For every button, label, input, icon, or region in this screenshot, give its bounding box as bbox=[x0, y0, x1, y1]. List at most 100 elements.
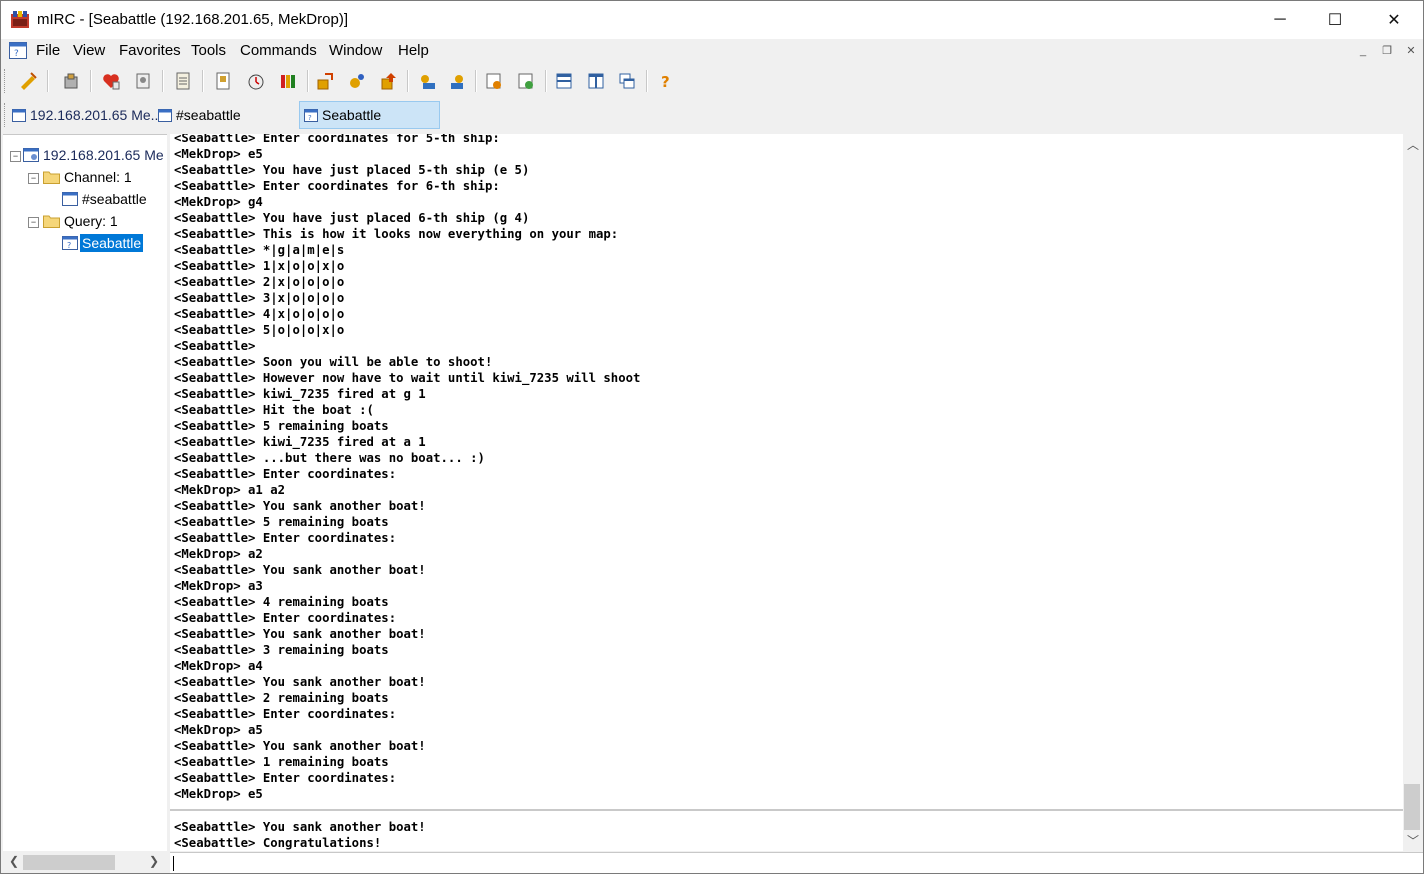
close-icon: ✕ bbox=[1387, 12, 1401, 29]
chat-line: <Seabattle> 5 remaining boats bbox=[174, 515, 389, 529]
tree-collapse-queries[interactable]: − bbox=[28, 217, 39, 228]
chat-line: <Seabattle> 1 remaining boats bbox=[174, 755, 389, 769]
address-book-icon[interactable] bbox=[133, 71, 153, 91]
tree-group-query[interactable]: Query: 1 bbox=[43, 211, 118, 231]
dcc-chat-icon[interactable] bbox=[448, 71, 468, 91]
chat-line: <Seabattle> 4|x|o|o|o|o bbox=[174, 307, 345, 321]
switchbar-tab-query[interactable]: ? Seabattle bbox=[299, 101, 440, 129]
scripts-editor-icon[interactable] bbox=[516, 71, 536, 91]
tree-item-seabattle-channel[interactable]: #seabattle bbox=[62, 189, 147, 209]
scripts-icon[interactable] bbox=[484, 71, 504, 91]
maximize-button[interactable]: ☐ bbox=[1312, 1, 1358, 39]
options-icon[interactable] bbox=[61, 71, 81, 91]
menu-commands[interactable]: Commands bbox=[240, 42, 317, 59]
timer-icon[interactable] bbox=[246, 71, 266, 91]
menu-file[interactable]: File bbox=[36, 42, 60, 59]
connect-icon[interactable] bbox=[18, 71, 38, 91]
scroll-down-icon[interactable]: ﹀ bbox=[1407, 832, 1419, 849]
mdi-minimize-button[interactable]: _ bbox=[1353, 43, 1373, 59]
text-caret bbox=[173, 856, 174, 871]
chat-line: <MekDrop> a4 bbox=[174, 659, 263, 673]
chat-line: <Seabattle> kiwi_7235 fired at g 1 bbox=[174, 387, 426, 401]
scrollbar-thumb[interactable] bbox=[23, 855, 115, 870]
tree-group-channel[interactable]: Channel: 1 bbox=[43, 167, 132, 187]
switchbar-grip[interactable] bbox=[4, 103, 8, 127]
dcc-icon[interactable] bbox=[213, 71, 233, 91]
message-input[interactable] bbox=[170, 852, 1423, 873]
chat-text-area[interactable]: <Seabattle> Enter coordinates for 5-th s… bbox=[170, 134, 1403, 809]
favorites-icon[interactable] bbox=[101, 71, 121, 91]
scroll-right-icon[interactable]: ❯ bbox=[149, 854, 159, 868]
chat-line: <Seabattle> 3|x|o|o|o|o bbox=[174, 291, 345, 305]
chat-line: <Seabattle> 5 remaining boats bbox=[174, 419, 389, 433]
svg-text:?: ? bbox=[14, 49, 19, 59]
switchbar-tab-label: #seabattle bbox=[176, 107, 241, 123]
menu-window[interactable]: Window bbox=[329, 42, 382, 59]
query-window-icon[interactable]: ? bbox=[9, 42, 27, 59]
chat-line: <Seabattle> 4 remaining boats bbox=[174, 595, 389, 609]
tree-item-server[interactable]: 192.168.201.65 Me bbox=[23, 145, 164, 165]
tree-item-label: Channel: 1 bbox=[64, 169, 132, 185]
chat-line: <Seabattle> You sank another boat! bbox=[174, 563, 426, 577]
chat-line: <Seabattle> Enter coordinates: bbox=[174, 531, 397, 545]
chat-line: <Seabattle> This is how it looks now eve… bbox=[174, 227, 619, 241]
dcc-send-icon[interactable] bbox=[417, 71, 437, 91]
mdi-close-button[interactable]: ✕ bbox=[1401, 43, 1421, 59]
chat-line: <Seabattle> Hit the boat :( bbox=[174, 403, 374, 417]
toolbar: ? bbox=[1, 65, 1423, 97]
colors-icon[interactable] bbox=[278, 71, 298, 91]
treebar-horizontal-scrollbar[interactable]: ❮ ❯ bbox=[3, 851, 167, 872]
chat-vertical-scrollbar[interactable]: ︿ ﹀ bbox=[1403, 134, 1421, 851]
chat-line: <Seabattle> 2|x|o|o|o|o bbox=[174, 275, 345, 289]
chat-line: <Seabattle> Enter coordinates for 5-th s… bbox=[174, 134, 500, 145]
window-title: mIRC - [Seabattle (192.168.201.65, MekDr… bbox=[37, 11, 348, 28]
tile-vertical-icon[interactable] bbox=[586, 71, 606, 91]
menu-view[interactable]: View bbox=[73, 42, 105, 59]
chat-line: <Seabattle> You sank another boat! bbox=[174, 739, 426, 753]
notify-icon[interactable] bbox=[347, 71, 367, 91]
scroll-left-icon[interactable]: ❮ bbox=[9, 854, 19, 868]
mdi-restore-button[interactable]: ❐ bbox=[1377, 43, 1397, 59]
minimize-icon: ─ bbox=[1274, 11, 1286, 28]
chat-line: <Seabattle> Enter coordinates: bbox=[174, 771, 397, 785]
tree-collapse-channels[interactable]: − bbox=[28, 173, 39, 184]
toolbar-separator bbox=[47, 70, 49, 92]
toolbar-separator bbox=[407, 70, 409, 92]
log-icon[interactable] bbox=[173, 71, 193, 91]
chat-line: <Seabattle> You have just placed 5-th sh… bbox=[174, 163, 530, 177]
help-icon[interactable]: ? bbox=[655, 71, 675, 91]
tile-horizontal-icon[interactable] bbox=[554, 71, 574, 91]
close-button[interactable]: ✕ bbox=[1371, 1, 1417, 39]
chat-line: <MekDrop> a2 bbox=[174, 547, 263, 561]
mirc-app-icon[interactable] bbox=[10, 10, 30, 30]
switchbar-tab-server[interactable]: 192.168.201.65 Me... bbox=[12, 101, 162, 129]
toolbar-separator bbox=[307, 70, 309, 92]
svg-text:?: ? bbox=[308, 114, 312, 122]
toolbar-separator bbox=[646, 70, 648, 92]
menu-help[interactable]: Help bbox=[398, 42, 429, 59]
chat-line: <Seabattle> You sank another boat! bbox=[174, 820, 426, 834]
urls-icon[interactable] bbox=[379, 71, 399, 91]
chat-line: <Seabattle> Enter coordinates: bbox=[174, 467, 397, 481]
minimize-button[interactable]: ─ bbox=[1257, 1, 1303, 39]
tree-item-label: 192.168.201.65 Me bbox=[43, 147, 164, 163]
chat-line: <Seabattle> You sank another boat! bbox=[174, 627, 426, 641]
scrollbar-thumb[interactable] bbox=[1404, 784, 1420, 830]
chat-line: <Seabattle> 1|x|o|o|x|o bbox=[174, 259, 345, 273]
tree-collapse-server[interactable]: − bbox=[10, 151, 21, 162]
chat-text-area-lower[interactable]: <Seabattle> You sank another boat! <Seaba… bbox=[170, 811, 1403, 851]
chat-line: <Seabattle> You have just placed 6-th sh… bbox=[174, 211, 530, 225]
cascade-icon[interactable] bbox=[617, 71, 637, 91]
channels-list-icon[interactable] bbox=[315, 71, 335, 91]
menu-favorites[interactable]: Favorites bbox=[119, 42, 181, 59]
tree-item-seabattle-query[interactable]: ? Seabattle bbox=[62, 233, 144, 253]
toolbar-grip[interactable] bbox=[4, 69, 8, 93]
chat-line: <Seabattle> Enter coordinates for 6-th s… bbox=[174, 179, 500, 193]
scroll-up-icon[interactable]: ︿ bbox=[1407, 136, 1419, 153]
chat-line: <MekDrop> a5 bbox=[174, 723, 263, 737]
switchbar-tab-label: Seabattle bbox=[322, 107, 382, 123]
chat-line: <MekDrop> a1 a2 bbox=[174, 483, 286, 497]
toolbar-separator bbox=[162, 70, 164, 92]
menu-tools[interactable]: Tools bbox=[191, 42, 226, 59]
switchbar-tab-channel[interactable]: #seabattle bbox=[158, 101, 241, 129]
